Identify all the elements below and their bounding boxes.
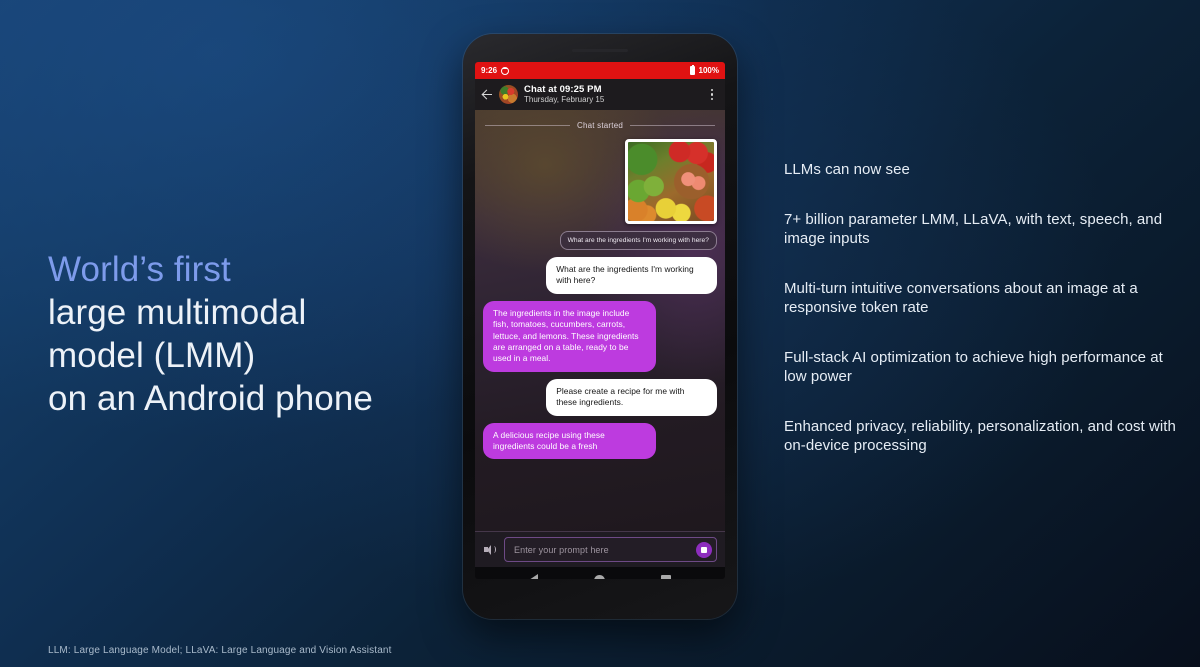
- message-row-image: [483, 139, 717, 224]
- status-bar-right: 100%: [689, 64, 719, 75]
- chat-bubble-user: What are the ingredients I'm working wit…: [546, 257, 717, 294]
- message-row: What are the ingredients I'm working wit…: [483, 257, 717, 294]
- circle-home-icon[interactable]: [594, 574, 605, 579]
- chat-bubble-assistant: The ingredients in the image include fis…: [483, 300, 657, 372]
- battery-percent-label: 100%: [698, 66, 719, 75]
- prompt-input-bar: Enter your prompt here: [475, 531, 725, 567]
- android-phone-mockup: 9:26 100% Chat at 09:25 PM Thursday, Feb…: [463, 34, 737, 619]
- divider-rule-right: [630, 125, 716, 126]
- prompt-placeholder-text: Enter your prompt here: [514, 544, 609, 555]
- speaker-cone: [487, 544, 491, 555]
- more-vertical-icon[interactable]: [706, 87, 718, 103]
- status-bar: 9:26 100%: [475, 62, 725, 79]
- app-bar: Chat at 09:25 PM Thursday, February 15: [475, 79, 725, 110]
- headline-line-1: World’s first: [48, 250, 231, 289]
- back-arrow-icon[interactable]: [480, 88, 493, 101]
- chat-bubble-ghost: What are the ingredients I'm working wit…: [559, 231, 717, 250]
- message-row: A delicious recipe using these ingredien…: [483, 422, 717, 460]
- slide-canvas: World’s first large multimodal model (LM…: [0, 0, 1200, 667]
- chat-bubble-assistant: A delicious recipe using these ingredien…: [483, 422, 657, 460]
- headline-line-2: large multimodal: [48, 293, 307, 332]
- chat-date-subtitle: Thursday, February 15: [524, 95, 605, 105]
- chat-bubble-user: Please create a recipe for me with these…: [546, 378, 717, 416]
- chat-thread[interactable]: Chat started What are the ingredients I'…: [475, 110, 725, 567]
- app-bar-text: Chat at 09:25 PM Thursday, February 15: [524, 83, 700, 105]
- speaker-wave: [493, 546, 496, 553]
- overflow-dot: [710, 93, 714, 96]
- triangle-back-icon[interactable]: [529, 574, 538, 579]
- chat-started-divider: Chat started: [485, 121, 716, 130]
- message-row: Please create a recipe for me with these…: [483, 378, 717, 416]
- speaker-volume-icon[interactable]: [483, 543, 497, 557]
- bullet-item-4: Full-stack AI optimization to achieve hi…: [784, 349, 1163, 385]
- stop-square-icon[interactable]: [696, 541, 712, 558]
- overflow-dot: [710, 89, 714, 92]
- message-row: The ingredients in the image include fis…: [483, 300, 717, 372]
- attached-image-thumbnail[interactable]: [625, 139, 717, 224]
- status-bar-left: 9:26: [481, 66, 510, 75]
- bullet-item-5: Enhanced privacy, reliability, personali…: [784, 418, 1176, 454]
- status-bar-time: 9:26: [481, 66, 498, 75]
- prompt-input[interactable]: Enter your prompt here: [504, 537, 717, 562]
- bullet-item-2: 7+ billion parameter LMM, LLaVA, with te…: [784, 211, 1163, 247]
- avatar[interactable]: [499, 85, 518, 104]
- headline-line-3: model (LMM): [48, 336, 256, 375]
- stop-square-glyph: [701, 546, 707, 553]
- android-navigation-bar: [475, 567, 725, 579]
- page-title: World’s first large multimodal model (LM…: [48, 248, 468, 420]
- bullet-item-1: LLMs can now see: [784, 161, 910, 178]
- message-row: What are the ingredients I'm working wit…: [483, 231, 717, 250]
- phone-screen: 9:26 100% Chat at 09:25 PM Thursday, Feb…: [475, 62, 725, 579]
- footnote-text: LLM: Large Language Model; LLaVA: Large …: [48, 645, 392, 656]
- square-recents-icon[interactable]: [661, 575, 671, 579]
- battery-full-icon: [689, 64, 695, 75]
- divider-label: Chat started: [577, 121, 623, 130]
- earpiece-speaker-icon: [572, 49, 628, 52]
- feature-bullet-list: LLMs can now see 7+ billion parameter LM…: [784, 160, 1180, 455]
- headline-line-4: on an Android phone: [48, 379, 373, 418]
- alarm-icon: [501, 66, 510, 75]
- divider-rule-left: [485, 125, 571, 126]
- bullet-item-3: Multi-turn intuitive conversations about…: [784, 280, 1138, 316]
- overflow-dot: [710, 97, 714, 100]
- chat-title: Chat at 09:25 PM: [524, 83, 602, 95]
